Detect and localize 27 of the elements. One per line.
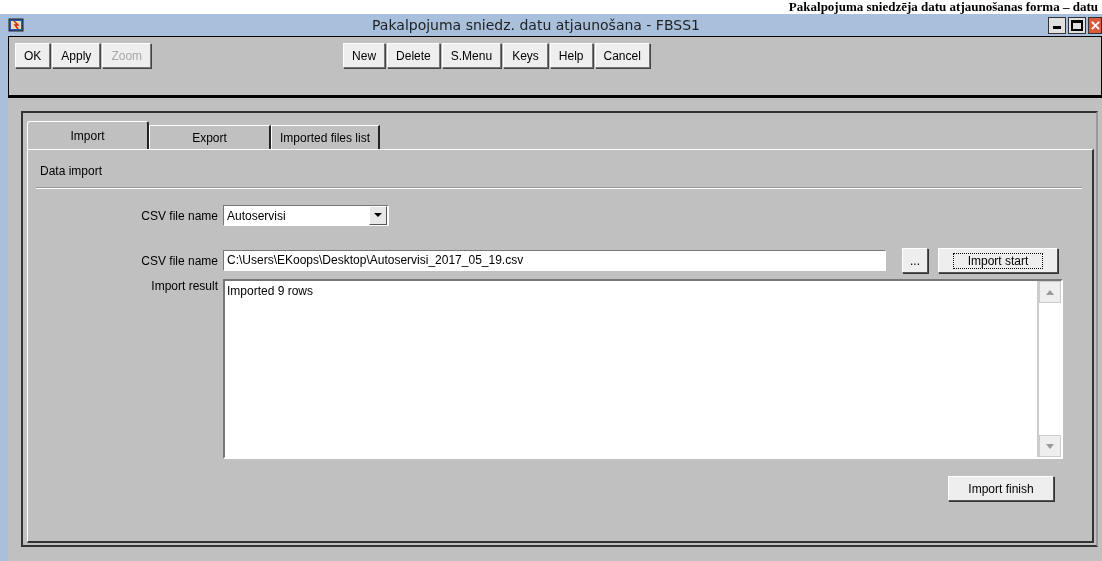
import-finish-button[interactable]: Import finish — [948, 476, 1054, 501]
maximize-icon[interactable] — [1068, 16, 1086, 34]
window-title: Pakalpojuma sniedz. datu atjaunošana - FBSS1 — [371, 17, 701, 33]
toolbar-button[interactable]: Keys — [503, 43, 548, 68]
field-label: CSV file name — [140, 253, 219, 268]
import-result-field[interactable]: Imported 9 rows — [223, 279, 1063, 459]
toolbar-button[interactable]: Help — [549, 43, 593, 68]
toolbar-button[interactable]: OK — [15, 43, 51, 68]
document-heading: Pakalpojuma sniedzēja datu atjaunošanas forma – datu — [788, 0, 1098, 14]
toolbar-button[interactable]: Apply — [52, 43, 101, 68]
csv-path-field[interactable]: C:\Users\EKoops\Desktop\Autoservisi_2017_05_19.csv — [223, 250, 886, 271]
toolbar-button[interactable]: Delete — [387, 43, 440, 68]
field-label: CSV file name — [140, 208, 219, 223]
toolbar-button[interactable]: New — [343, 43, 386, 68]
tab[interactable]: Imported files list — [271, 125, 381, 149]
import-start-button[interactable]: Import start — [938, 248, 1058, 273]
close-icon[interactable] — [1088, 16, 1102, 34]
section-title: Data import — [40, 164, 104, 178]
tab[interactable]: Import — [27, 121, 149, 149]
app-icon — [8, 17, 24, 33]
toolbar-button[interactable]: S.Menu — [441, 43, 502, 68]
field-label: Import result — [150, 279, 219, 293]
tab[interactable]: Export — [149, 125, 271, 149]
minimize-icon[interactable] — [1048, 16, 1066, 34]
csv-file-dropdown[interactable]: Autoservisi — [223, 205, 389, 226]
toolbar-button[interactable]: Cancel — [594, 43, 650, 68]
browse-button[interactable]: ... — [902, 248, 928, 273]
